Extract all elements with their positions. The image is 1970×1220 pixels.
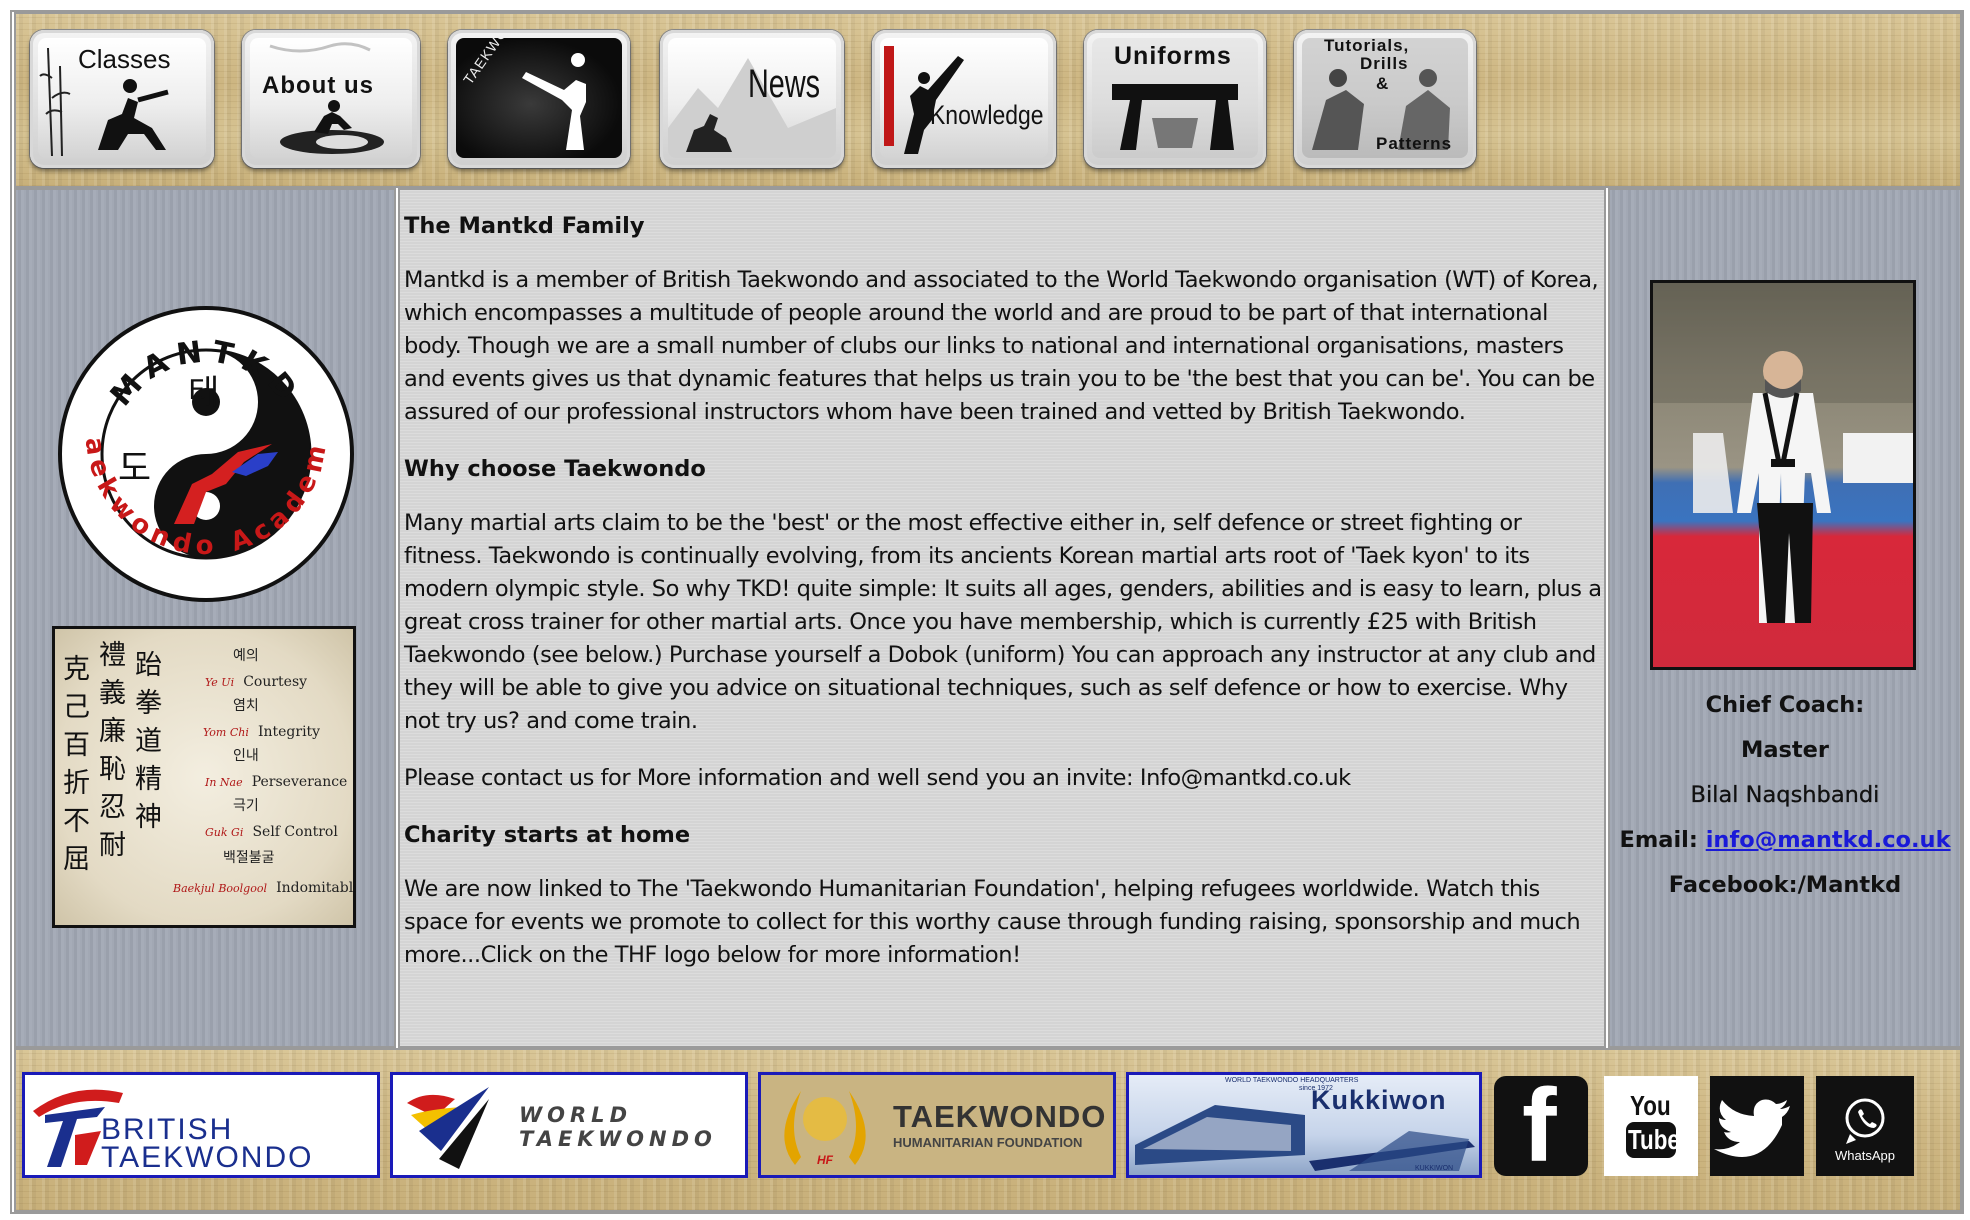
youtube-tube-text: Tube	[1628, 1124, 1680, 1155]
coach-title: Chief Coach:	[1705, 692, 1865, 718]
partner-footer: BRITISH TAEKWONDO WORLD TAEKWONDO HF TAE…	[14, 1048, 1962, 1212]
nav-knowledge-image: Knowledge	[880, 38, 1048, 158]
nav-button-news[interactable]: News	[660, 30, 844, 168]
hanja-column-3: 跆拳道精神	[135, 650, 162, 833]
whatsapp-icon	[1845, 1098, 1885, 1144]
world-taekwondo-emblem	[407, 1087, 489, 1169]
nav-classes-image: Classes	[38, 38, 206, 158]
whatsapp-button[interactable]: WhatsApp	[1816, 1076, 1914, 1176]
nav-taekwondo-image: TAEKWONDO	[456, 38, 622, 158]
section-heading: Charity starts at home	[404, 822, 691, 848]
tenet-row: Yom Chi Integrity	[203, 721, 320, 740]
section-heading: The Mantkd Family	[404, 213, 645, 239]
tenet-romanized: Baekjul Boolgool	[173, 882, 267, 895]
logo-hangul-kwon: 권	[132, 399, 163, 439]
facebook-button[interactable]: f	[1494, 1076, 1588, 1176]
tenet-title-hangul: 예의	[233, 648, 259, 664]
nav-button-tutorials[interactable]: Tutorials, Drills & Patterns	[1294, 30, 1476, 168]
tenet-english: Perseverance	[251, 774, 348, 790]
nav-uniforms-image: Uniforms	[1092, 38, 1258, 158]
coach-email-row: Email: info@mantkd.co.uk	[1610, 827, 1960, 853]
tenets-board: 克己百折不屈 禮義廉恥忍耐 跆拳道精神 예의 Ye Ui Courtesy 염치…	[52, 626, 356, 928]
tenet-row: Guk Gi Self Control	[205, 821, 338, 840]
world-line1: WORLD	[519, 1103, 632, 1127]
contact-paragraph: Please contact us for More information a…	[404, 765, 1351, 791]
top-nav-bar: Classes About us TAEKWONDO News Knowledg…	[14, 12, 1962, 188]
left-sidebar: MANTKD Taekwondo Academy 태 권 도 克己百折不屈 禮義…	[14, 188, 396, 1048]
kukkiwon-name: Kukkiwon	[1311, 1085, 1447, 1115]
british-line2: TAEKWONDO	[101, 1141, 314, 1174]
hanja-column-1: 克己百折不屈	[63, 654, 90, 875]
tenet-romanized: Ye Ui	[205, 676, 235, 689]
logo-hangul-do: 도	[118, 448, 151, 489]
tenet-romanized: Yom Chi	[203, 726, 249, 739]
right-sidebar: Chief Coach: Master Bilal Naqshbandi Ema…	[1608, 188, 1962, 1048]
kukkiwon-logo-link[interactable]: WORLD TAEKWONDO HEADQUARTERS since 1972 …	[1126, 1072, 1482, 1178]
nav-about-image: About us	[250, 38, 412, 158]
whatsapp-label: WhatsApp	[1835, 1148, 1895, 1163]
coach-photo	[1650, 280, 1916, 670]
coach-figure-image	[1653, 283, 1913, 623]
section-body: Mantkd is a member of British Taekwondo …	[404, 267, 1599, 425]
coach-facebook: Facebook:/Mantkd	[1668, 872, 1902, 898]
coach-name: Bilal Naqshbandi	[1690, 782, 1880, 808]
section-heading: Why choose Taekwondo	[404, 456, 706, 482]
nav-label-news: News	[748, 62, 821, 106]
thf-logo-link[interactable]: HF TAEKWONDO HUMANITARIAN FOUNDATION	[758, 1072, 1116, 1178]
tenet-english: Indomitable Spirit	[276, 880, 356, 896]
section-body: Many martial arts claim to be the 'best'…	[404, 510, 1602, 734]
facebook-icon: f	[1522, 1076, 1557, 1176]
kukkiwon-top-text: WORLD TAEKWONDO HEADQUARTERS	[1225, 1077, 1359, 1084]
nav-label-ampersand: &	[1376, 74, 1389, 93]
nav-button-classes[interactable]: Classes	[30, 30, 214, 168]
main-content: The Mantkd Family Mantkd is a member of …	[398, 188, 1606, 1048]
british-taekwondo-logo-link[interactable]: BRITISH TAEKWONDO	[22, 1072, 380, 1178]
email-link[interactable]: info@mantkd.co.uk	[1706, 827, 1951, 853]
nav-button-knowledge[interactable]: Knowledge	[872, 30, 1056, 168]
world-line2: TAEKWONDO	[519, 1127, 717, 1151]
tenet-row: In Nae Perseverance	[205, 771, 347, 790]
section-body: We are now linked to The 'Taekwondo Huma…	[404, 876, 1581, 968]
article: The Mantkd Family Mantkd is a member of …	[404, 210, 1602, 996]
twitter-button[interactable]	[1710, 1076, 1804, 1176]
tenet-hangul: 염치	[233, 698, 259, 714]
coach-rank: Master	[1740, 737, 1830, 763]
thf-line2: HUMANITARIAN FOUNDATION	[893, 1135, 1083, 1150]
tenet-hangul: 극기	[233, 798, 259, 814]
youtube-you-text: You	[1630, 1090, 1671, 1121]
logo-hangul-tae: 태	[188, 373, 219, 413]
tenet-hangul: 백절불굴	[223, 850, 275, 866]
twitter-bird-icon	[1714, 1099, 1790, 1157]
nav-label-patterns: Patterns	[1376, 134, 1453, 153]
tenet-hangul: 인내	[233, 748, 259, 764]
nav-label-knowledge: Knowledge	[930, 100, 1044, 130]
tenet-row: Baekjul Boolgool Indomitable Spirit	[173, 877, 356, 896]
tenet-english: Integrity	[257, 724, 321, 740]
tenet-romanized: In Nae	[205, 776, 243, 789]
tenet-romanized: Guk Gi	[205, 826, 244, 839]
nav-label-uniforms: Uniforms	[1114, 42, 1232, 70]
youtube-button[interactable]: You Tube	[1604, 1076, 1698, 1176]
nav-button-about-us[interactable]: About us	[242, 30, 420, 168]
thf-line1: TAEKWONDO	[893, 1099, 1107, 1134]
tenet-english: Courtesy	[243, 674, 308, 690]
high-kick-icon	[884, 46, 964, 154]
nav-label-classes: Classes	[78, 44, 171, 74]
nav-tutorials-image: Tutorials, Drills & Patterns	[1302, 38, 1468, 158]
hanja-column-2: 禮義廉恥忍耐	[99, 640, 126, 861]
tenet-english: Self Control	[252, 824, 338, 840]
mantkd-logo: MANTKD Taekwondo Academy 태 권 도	[56, 304, 354, 602]
nav-label-about-us: About us	[262, 72, 374, 99]
world-taekwondo-logo-link[interactable]: WORLD TAEKWONDO	[390, 1072, 748, 1178]
nav-news-image: News	[668, 38, 836, 158]
nav-button-taekwondo[interactable]: TAEKWONDO	[448, 30, 630, 168]
nav-button-uniforms[interactable]: Uniforms	[1084, 30, 1266, 168]
kukkiwon-bottom: KUKKIWON	[1415, 1165, 1454, 1172]
nav-label-drills: Drills	[1360, 54, 1409, 73]
email-label: Email:	[1619, 827, 1698, 853]
thf-badge: HF	[817, 1153, 833, 1167]
tenet-row: Ye Ui Courtesy	[205, 671, 307, 690]
